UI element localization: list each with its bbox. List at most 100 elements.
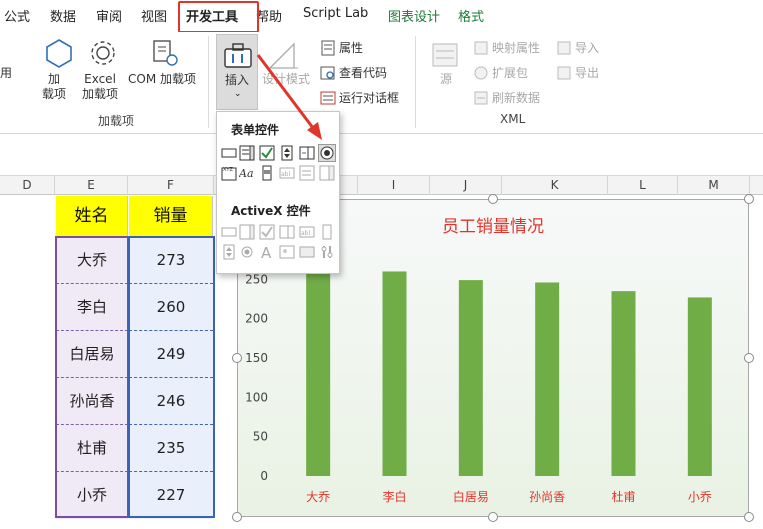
bar[interactable]: [687, 297, 712, 476]
addins-button[interactable]: 加 载项: [42, 72, 66, 102]
column-header[interactable]: M: [678, 176, 750, 195]
series-name-range-highlight: [55, 236, 129, 518]
chevron-down-icon: ⌄: [234, 89, 242, 99]
activex-option-button-icon[interactable]: [239, 244, 255, 260]
tab-format[interactable]: 格式: [458, 6, 484, 25]
run-dialog-icon: [320, 90, 336, 106]
activex-combo-box-icon[interactable]: [239, 224, 255, 240]
bar[interactable]: [535, 282, 560, 476]
import-icon: [556, 40, 572, 56]
combo-box-control-icon[interactable]: [239, 145, 255, 161]
expansion-packs-button[interactable]: 扩展包: [492, 66, 528, 81]
xml-group-label: XML: [500, 112, 526, 126]
y-tick-label: 50: [253, 430, 268, 444]
activex-scroll-bar-icon[interactable]: [319, 224, 335, 240]
tab-formulas[interactable]: 公式: [4, 6, 30, 25]
group-box-control-icon[interactable]: XYZ: [221, 165, 237, 181]
text-field-control-icon[interactable]: abl: [279, 165, 295, 181]
bar[interactable]: [611, 291, 636, 476]
chart-resize-handle[interactable]: [744, 353, 754, 363]
form-controls-header: 表单控件: [231, 123, 280, 137]
properties-button[interactable]: 属性: [339, 41, 363, 56]
run-dialog-button[interactable]: 运行对话框: [339, 91, 399, 106]
combo-dropdown-edit-control-icon[interactable]: [319, 165, 335, 181]
list-box-control-icon[interactable]: [299, 145, 315, 161]
svg-text:Aa: Aa: [239, 167, 254, 180]
partial-ribbon-label: 用: [0, 66, 13, 80]
y-tick-label: 200: [245, 312, 268, 326]
column-header[interactable]: L: [608, 176, 678, 195]
xml-source-button[interactable]: 源: [440, 72, 452, 87]
bar[interactable]: [458, 280, 483, 476]
view-code-icon: [320, 65, 336, 81]
ribbon-tab-bar: 公式 数据 审阅 视图 开发工具 帮助 Script Lab 图表设计 格式: [0, 0, 763, 33]
design-mode-button[interactable]: 设计模式: [262, 72, 310, 87]
tab-view[interactable]: 视图: [141, 6, 167, 25]
formula-bar-area: [0, 134, 763, 176]
import-button[interactable]: 导入: [575, 41, 599, 56]
column-header[interactable]: E: [55, 176, 128, 195]
scroll-bar-control-icon[interactable]: [259, 165, 275, 181]
label-control-icon[interactable]: Aa: [238, 165, 255, 181]
combo-list-edit-control-icon[interactable]: [299, 165, 315, 181]
export-button[interactable]: 导出: [575, 66, 599, 81]
activex-toggle-button-icon[interactable]: [299, 244, 315, 260]
chart-resize-handle[interactable]: [744, 194, 754, 204]
checkbox-control-icon[interactable]: [259, 145, 275, 161]
activex-image-icon[interactable]: [279, 244, 295, 260]
spin-button-control-icon[interactable]: [279, 145, 295, 161]
activex-text-box-icon[interactable]: abl: [299, 224, 315, 240]
bar[interactable]: [306, 261, 331, 476]
column-header[interactable]: J: [430, 176, 502, 195]
x-tick-label: 小乔: [688, 490, 712, 504]
option-button-control-icon[interactable]: [318, 144, 336, 162]
export-icon: [556, 65, 572, 81]
refresh-data-button[interactable]: 刷新数据: [492, 91, 540, 106]
tab-review[interactable]: 审阅: [96, 6, 122, 25]
x-tick-label: 孙尚香: [529, 490, 565, 504]
bar[interactable]: [382, 271, 407, 476]
table-header-name[interactable]: 姓名: [56, 196, 128, 236]
activex-label-icon[interactable]: A: [259, 244, 275, 262]
activex-button-icon[interactable]: [221, 224, 237, 240]
y-tick-label: 150: [245, 351, 268, 365]
column-header-row: D E F G H I J K L M: [0, 176, 763, 195]
insert-label: 插入: [225, 73, 250, 87]
svg-text:A: A: [261, 244, 272, 260]
y-tick-label: 0: [260, 469, 268, 483]
refresh-data-icon: [473, 90, 489, 106]
chart-resize-handle[interactable]: [744, 512, 754, 522]
expansion-packs-icon: [473, 65, 489, 81]
activex-controls-header: ActiveX 控件: [231, 204, 311, 218]
activex-more-controls-icon[interactable]: [319, 244, 335, 260]
column-header[interactable]: D: [0, 176, 55, 195]
activex-spin-button-icon[interactable]: [221, 244, 237, 260]
addin-hexagon-icon: [44, 38, 74, 68]
addins-group-label: 加载项: [98, 114, 135, 128]
activex-list-box-icon[interactable]: [279, 224, 295, 240]
activex-checkbox-icon[interactable]: [259, 224, 275, 240]
chart-resize-handle[interactable]: [232, 353, 242, 363]
chart-resize-handle[interactable]: [488, 194, 498, 204]
map-properties-button[interactable]: 映射属性: [492, 41, 540, 56]
com-addins-button[interactable]: COM 加载项: [128, 72, 196, 87]
tab-script-lab[interactable]: Script Lab: [303, 6, 368, 21]
ribbon-separator: [208, 36, 209, 128]
toolbox-icon: [223, 41, 253, 69]
button-control-icon[interactable]: [221, 145, 237, 161]
column-header[interactable]: I: [358, 176, 430, 195]
chart-resize-handle[interactable]: [232, 512, 242, 522]
series-value-range-highlight: [128, 236, 215, 518]
insert-control-button[interactable]: 插入 ⌄: [216, 34, 258, 110]
tab-data[interactable]: 数据: [50, 6, 76, 25]
map-properties-icon: [473, 40, 489, 56]
view-code-button[interactable]: 查看代码: [339, 66, 387, 81]
tab-chart-design[interactable]: 图表设计: [388, 6, 440, 25]
table-header-value[interactable]: 销量: [129, 196, 213, 236]
tab-help[interactable]: 帮助: [256, 6, 282, 25]
column-header[interactable]: F: [128, 176, 214, 195]
x-tick-label: 杜甫: [611, 489, 635, 504]
excel-addins-button[interactable]: Excel 加载项: [82, 72, 118, 102]
chart-resize-handle[interactable]: [488, 512, 498, 522]
column-header[interactable]: K: [502, 176, 608, 195]
